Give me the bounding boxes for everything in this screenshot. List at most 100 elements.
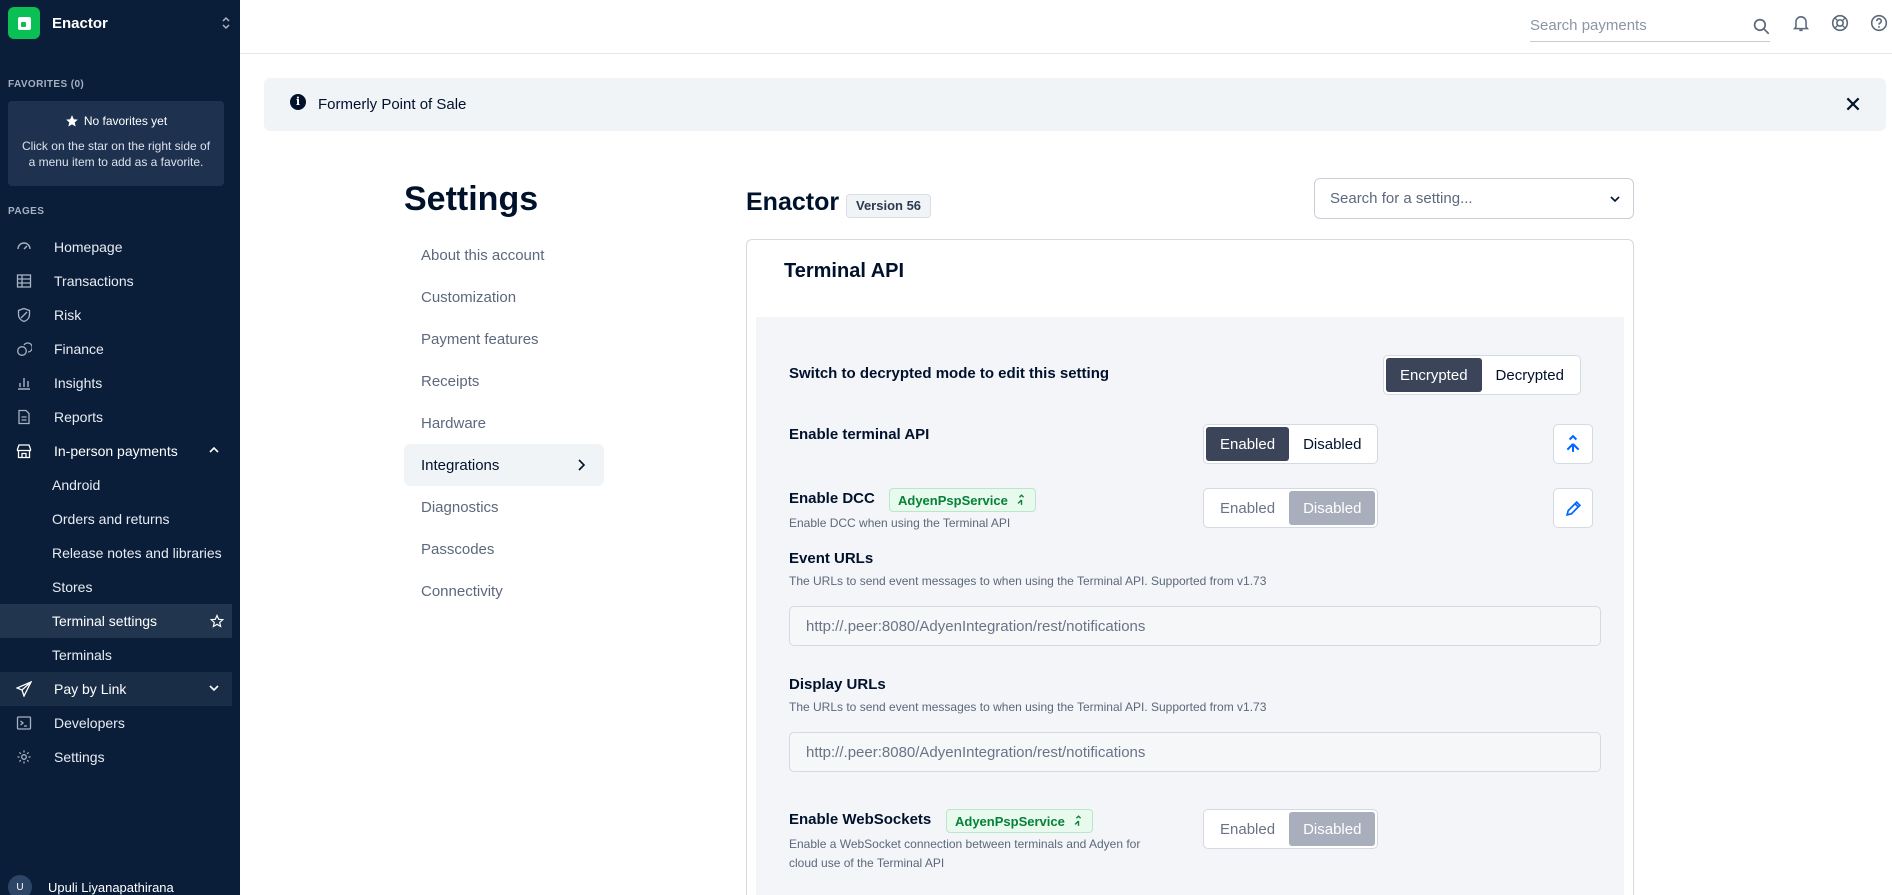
- display-urls-field: [789, 732, 1601, 772]
- user-name: Upuli Liyanapathirana: [48, 879, 174, 895]
- sidebar-item-stores[interactable]: Stores: [0, 570, 240, 604]
- settings-nav-connectivity[interactable]: Connectivity: [404, 570, 604, 612]
- settings-nav-payment-features[interactable]: Payment features: [404, 318, 604, 360]
- mode-toggle: Encrypted Decrypted: [1383, 355, 1581, 395]
- sidebar-item-label: Settings: [54, 749, 105, 765]
- sidebar-item-terminal-settings[interactable]: Terminal settings: [0, 604, 232, 638]
- sidebar-item-label: Android: [52, 477, 101, 493]
- terminal-api-disabled-option[interactable]: Disabled: [1289, 427, 1375, 461]
- settings-nav-customization[interactable]: Customization: [404, 276, 604, 318]
- psp-service-tag: AdyenPspService: [889, 488, 1036, 512]
- event-urls-input[interactable]: [806, 617, 1586, 635]
- page-title: Settings: [404, 180, 539, 218]
- dcc-toggle: Enabled Disabled: [1203, 488, 1379, 528]
- sidebar-item-pay-by-link[interactable]: Pay by Link: [0, 672, 232, 706]
- sidebar-item-terminals[interactable]: Terminals: [0, 638, 240, 672]
- websockets-enabled-option[interactable]: Enabled: [1206, 812, 1289, 846]
- help-icon[interactable]: [1870, 14, 1888, 32]
- merge-icon: [1566, 435, 1580, 452]
- sidebar-item-reports[interactable]: Reports: [0, 400, 240, 434]
- sidebar-item-risk[interactable]: Risk: [0, 298, 240, 332]
- sidebar-item-label: Orders and returns: [52, 511, 170, 527]
- terminal-icon: [16, 716, 32, 730]
- pencil-icon: [1565, 500, 1581, 516]
- sidebar-item-label: In-person payments: [54, 443, 178, 459]
- favorites-empty-title: No favorites yet: [83, 114, 168, 128]
- sidebar-item-release-notes[interactable]: Release notes and libraries: [0, 536, 240, 570]
- info-icon: i: [290, 94, 306, 110]
- star-outline-icon[interactable]: [210, 614, 224, 628]
- dcc-disabled-option[interactable]: Disabled: [1289, 491, 1376, 525]
- info-banner: i Formerly Point of Sale: [264, 78, 1886, 131]
- terminal-api-settings: Switch to decrypted mode to edit this se…: [756, 317, 1624, 895]
- sidebar-item-settings[interactable]: Settings: [0, 740, 240, 774]
- settings-nav-passcodes[interactable]: Passcodes: [404, 528, 604, 570]
- mode-label: Switch to decrypted mode to edit this se…: [789, 365, 1110, 382]
- settings-nav-integrations[interactable]: Integrations: [404, 444, 604, 486]
- gear-icon: [17, 750, 31, 764]
- websockets-disabled-option[interactable]: Disabled: [1289, 812, 1376, 846]
- star-icon: [65, 115, 78, 127]
- sidebar-item-label: Transactions: [54, 273, 134, 289]
- terminal-api-enabled-option[interactable]: Enabled: [1206, 427, 1290, 461]
- sidebar-item-label: Pay by Link: [54, 681, 127, 697]
- dcc-enabled-option[interactable]: Enabled: [1206, 491, 1289, 525]
- sidebar-item-transactions[interactable]: Transactions: [0, 264, 240, 298]
- decrypted-option[interactable]: Decrypted: [1482, 358, 1578, 392]
- account-switcher[interactable]: Enactor: [8, 7, 232, 39]
- coins-icon: [17, 342, 32, 356]
- settings-nav-about[interactable]: About this account: [404, 234, 604, 276]
- pages-heading: PAGES: [8, 206, 45, 217]
- table-icon: [16, 274, 32, 288]
- sidebar-item-android[interactable]: Android: [0, 468, 240, 502]
- sidebar-item-orders-and-returns[interactable]: Orders and returns: [0, 502, 240, 536]
- document-icon: [18, 409, 30, 425]
- sidebar-item-label: Reports: [54, 409, 104, 425]
- search-input[interactable]: [1530, 17, 1740, 34]
- sidebar-item-in-person-payments[interactable]: In-person payments: [0, 434, 240, 468]
- inherit-button[interactable]: [1553, 424, 1593, 464]
- settings-nav-diagnostics[interactable]: Diagnostics: [404, 486, 604, 528]
- sidebar-item-developers[interactable]: Developers: [0, 706, 240, 740]
- favorites-heading: FAVORITES (0): [8, 79, 85, 90]
- psp-service-tag: AdyenPspService: [946, 809, 1093, 833]
- favorites-empty-desc: Click on the star on the right side of a…: [21, 139, 211, 169]
- user-menu[interactable]: U Upuli Liyanapathirana: [8, 875, 174, 895]
- chevron-right-icon: [578, 459, 586, 471]
- chevron-up-icon: [209, 446, 219, 453]
- version-badge: Version 56: [846, 194, 932, 218]
- card-title: Terminal API: [784, 260, 905, 282]
- encrypted-option[interactable]: Encrypted: [1386, 358, 1482, 392]
- setting-search-dropdown[interactable]: Search for a setting...: [1314, 178, 1634, 219]
- search-icon[interactable]: [1753, 18, 1770, 35]
- store-icon: [16, 444, 32, 459]
- sidebar-item-label: Risk: [54, 307, 82, 323]
- sidebar-item-insights[interactable]: Insights: [0, 366, 240, 400]
- app-root: Enactor FAVORITES (0) No favorites yet C…: [0, 0, 1892, 895]
- sidebar-item-finance[interactable]: Finance: [0, 332, 240, 366]
- sidebar-item-homepage[interactable]: Homepage: [0, 230, 240, 264]
- sidebar-item-label: Release notes and libraries: [52, 545, 222, 561]
- sidebar-item-label: Developers: [54, 715, 125, 731]
- edit-button[interactable]: [1553, 488, 1593, 528]
- tag-label: AdyenPspService: [955, 813, 1065, 829]
- chevron-down-icon: [209, 685, 219, 692]
- merge-icon: [1074, 815, 1081, 826]
- display-urls-input[interactable]: [806, 743, 1586, 761]
- favorites-empty-box: No favorites yet Click on the star on th…: [8, 101, 224, 186]
- websockets-toggle: Enabled Disabled: [1203, 809, 1379, 849]
- account-title: Enactor: [746, 188, 840, 216]
- terminal-api-toggle: Enabled Disabled: [1203, 424, 1379, 464]
- sidebar-item-label: Terminal settings: [52, 613, 158, 629]
- sidebar-item-label: Finance: [54, 341, 104, 357]
- close-icon[interactable]: [1844, 95, 1862, 113]
- settings-nav-receipts[interactable]: Receipts: [404, 360, 604, 402]
- support-icon[interactable]: [1831, 14, 1849, 32]
- settings-nav-hardware[interactable]: Hardware: [404, 402, 604, 444]
- bell-icon[interactable]: [1792, 14, 1810, 32]
- chevron-down-icon: [1610, 196, 1620, 203]
- paper-plane-icon: [16, 681, 32, 697]
- settings-nav-label: Integrations: [421, 456, 500, 474]
- settings-nav: About this account Customization Payment…: [404, 234, 604, 612]
- terminal-api-card: Terminal API Switch to decrypted mode to…: [746, 239, 1634, 895]
